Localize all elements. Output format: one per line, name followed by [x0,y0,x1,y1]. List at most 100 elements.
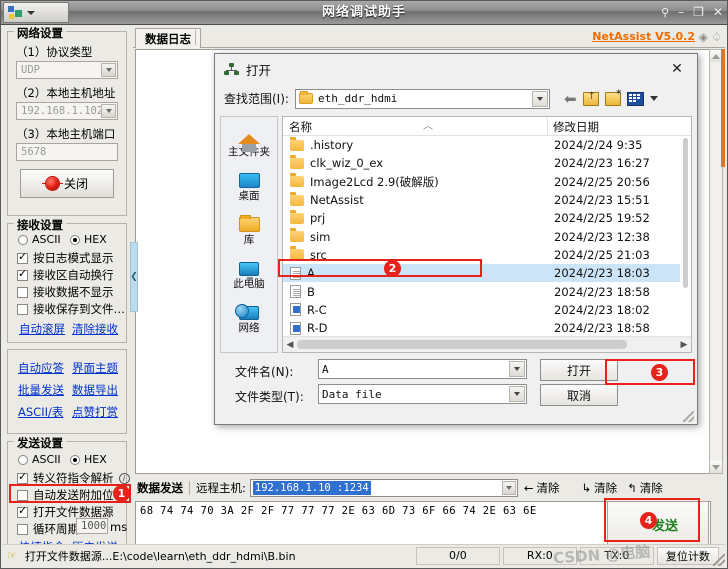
bell-icon[interactable]: ♤ [711,30,722,44]
close-connection-button[interactable]: 关闭 [20,169,114,198]
clear-host-button[interactable]: ← 清除 [524,480,560,496]
window-title: 网络调试助手 [321,5,406,20]
scrollbar-thumb[interactable] [683,138,688,288]
file-date: 2024/2/23 18:58 [554,321,650,336]
view-mode-icon[interactable] [626,91,644,106]
minimize-button[interactable]: – [678,5,684,19]
send-hex-radio[interactable]: HEX [70,453,107,466]
cycle-period-input[interactable]: 1000 [76,518,108,534]
autoscroll-link[interactable]: 自动滚屏 [19,321,65,337]
protocol-combo[interactable]: UDP [16,61,118,79]
chevron-down-icon[interactable] [509,361,525,377]
batch-send-link[interactable]: 批量发送 [18,382,64,398]
look-in-combo[interactable]: eth_ddr_hdmi [294,88,550,109]
up-folder-icon[interactable] [582,91,599,106]
look-in-value: eth_ddr_hdmi [317,92,398,105]
place-desktop-label: 桌面 [238,190,260,202]
place-home[interactable]: 主文件夹 [221,122,277,159]
annotation-badge-4: 4 [640,512,657,529]
local-port-input[interactable]: 5678 [16,143,118,161]
place-desktop[interactable]: 桌面 [221,166,277,203]
clear-send-button[interactable]: ↰ 清除 [627,480,663,496]
scroll-down-arrow-icon[interactable] [710,461,722,473]
info-icon[interactable]: i [118,472,130,484]
file-row[interactable]: Image2Lcd 2.9(破解版) 2024/2/25 20:56 [283,173,691,191]
file-row[interactable]: .history 2024/2/24 9:35 [283,136,691,154]
ui-theme-link[interactable]: 界面主题 [72,360,118,376]
remote-host-combo[interactable]: 192.168.1.10 :1234 [249,479,518,497]
scroll-left-arrow-icon[interactable]: ◀ [283,340,297,350]
scroll-right-arrow-icon[interactable]: ▶ [677,340,691,350]
file-list-vertical-scrollbar[interactable] [680,136,691,336]
send-button[interactable]: 发送 [607,501,709,547]
file-row[interactable]: A 2024/2/23 18:03 [283,264,691,283]
receive-ascii-radio[interactable]: ASCII [18,233,61,246]
dialog-open-label: 打开 [566,363,591,378]
auto-answer-link[interactable]: 自动应答 [18,360,64,376]
chevron-down-icon[interactable] [649,96,658,101]
file-name-input[interactable]: A [318,359,527,379]
local-host-label: （2）本地主机地址 [16,86,116,100]
tab-data-log[interactable]: 数据日志 [135,28,201,48]
gem-icon[interactable]: ◈ [699,30,708,44]
new-folder-icon[interactable] [604,88,623,106]
clear-receive-link[interactable]: 清除接收 [72,321,118,337]
chevron-down-icon[interactable] [101,63,116,77]
open-file-dialog: 打开 ✕ 查找范围(I): eth_ddr_hdmi ⬅ 主文件夹 [214,53,698,425]
donate-link[interactable]: 点赞打赏 [72,404,118,420]
cycle-period-label: 循环周期 [33,522,79,536]
column-date[interactable]: 修改日期 [553,119,599,135]
send-ascii-radio[interactable]: ASCII [18,453,61,466]
file-row[interactable]: B 2024/2/23 18:58 [283,282,691,300]
radio-circle-icon [70,234,80,245]
dialog-cancel-button[interactable]: 取消 [540,384,618,406]
auto-wrap-checkbox[interactable]: 接收区自动换行 [17,267,114,283]
file-row[interactable]: NetAssist 2024/2/23 15:51 [283,191,691,209]
log-mode-checkbox[interactable]: 按日志模式显示 [17,250,114,266]
receive-hex-radio[interactable]: HEX [70,233,107,246]
close-icon[interactable]: ✕ [657,54,697,84]
place-computer[interactable]: 此电脑 [221,254,277,291]
chevron-down-icon[interactable] [509,386,525,402]
scrollbar-thumb[interactable] [297,340,627,349]
home-icon [221,122,277,152]
ascii-table-link[interactable]: ASCII/表 [18,404,63,420]
file-row[interactable]: src 2024/2/25 21:03 [283,246,691,264]
clear-receive-button[interactable]: ↳ 清除 [582,480,618,496]
pin-icon[interactable]: ⚲ [661,6,669,19]
chevron-down-icon[interactable] [531,90,548,107]
hide-received-checkbox[interactable]: 接收数据不显示 [17,284,114,300]
local-host-combo[interactable]: 192.168.1.102 [16,102,118,120]
column-name[interactable]: 名称 [289,119,312,135]
file-row[interactable]: R-D 2024/2/23 18:58 [283,319,691,336]
dialog-resize-grip[interactable] [683,411,694,422]
file-list[interactable]: 名称 ︿ 修改日期 .history 2024/2/24 9:35 clk_wiz_… [282,116,692,353]
chevron-down-icon[interactable] [501,481,516,495]
chevron-down-icon[interactable] [101,104,116,118]
place-library[interactable]: 库 [221,210,277,247]
file-name: sim [310,229,331,244]
collapse-sidebar-handle[interactable]: ❮ [130,242,138,312]
file-row[interactable]: prj 2024/2/25 19:52 [283,209,691,227]
data-export-link[interactable]: 数据导出 [72,382,118,398]
file-type-combo[interactable]: Data file [318,384,527,404]
dialog-open-button[interactable]: 打开 [540,359,618,381]
brand-link[interactable]: NetAssist V5.0.2 [592,30,695,43]
file-row[interactable]: sim 2024/2/23 12:38 [283,227,691,245]
file-name: .history [310,138,354,153]
maximize-button[interactable]: ❐ [693,5,704,19]
window-resize-grip[interactable] [713,554,725,566]
back-icon[interactable]: ⬅ [564,90,577,108]
tab-strip: 数据日志 NetAssist V5.0.2 ◈ ♤ [133,27,725,48]
auto-append-checkbox[interactable]: 自动发送附加位 [17,487,114,503]
cycle-period-checkbox[interactable]: 循环周期 [17,521,79,537]
escape-parse-checkbox[interactable]: 转义符指令解析 i [17,470,130,486]
file-row[interactable]: R-C 2024/2/23 18:02 [283,301,691,319]
place-network[interactable]: 网络 [221,298,277,335]
file-list-horizontal-scrollbar[interactable]: ◀ ▶ [283,336,691,352]
save-to-file-checkbox[interactable]: 接收保存到文件… [17,301,125,317]
send-hex-label: HEX [84,453,107,466]
reset-counter-button[interactable]: 复位计数 [656,546,719,565]
close-button[interactable]: ✕ [713,5,723,19]
file-row[interactable]: clk_wiz_0_ex 2024/2/23 16:27 [283,154,691,172]
